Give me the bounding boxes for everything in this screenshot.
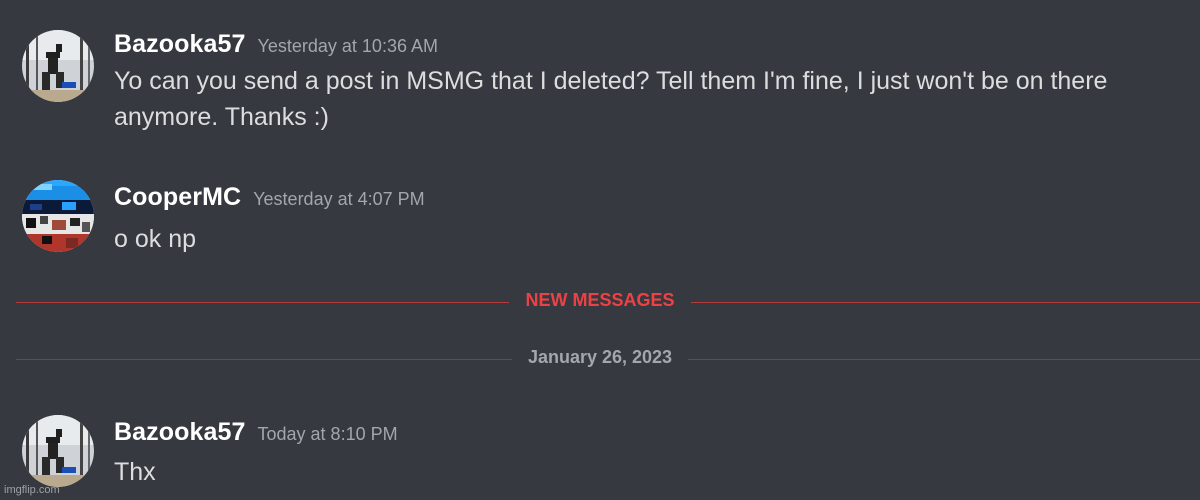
- timestamp[interactable]: Yesterday at 10:36 AM: [258, 36, 438, 56]
- avatar[interactable]: [22, 415, 94, 487]
- new-messages-divider: NEW MESSAGES: [0, 290, 1200, 316]
- avatar[interactable]: [22, 30, 94, 102]
- message-header: CooperMC Yesterday at 4:07 PM: [114, 183, 425, 212]
- message-content: Thx: [114, 458, 156, 486]
- username[interactable]: CooperMC: [114, 183, 241, 211]
- watermark: imgflip.com: [4, 484, 60, 496]
- message-content: o ok np: [114, 225, 197, 253]
- timestamp[interactable]: Yesterday at 4:07 PM: [253, 189, 424, 209]
- avatar[interactable]: [22, 180, 94, 252]
- username[interactable]: Bazooka57: [114, 30, 246, 58]
- user-avatar-pixel-icon: [22, 180, 94, 252]
- user-avatar-photo-icon: [22, 30, 94, 102]
- new-messages-label: NEW MESSAGES: [0, 290, 1200, 311]
- date-divider: January 26, 2023: [0, 347, 1200, 373]
- user-avatar-photo-icon: [22, 415, 94, 487]
- date-divider-label: January 26, 2023: [0, 347, 1200, 368]
- username[interactable]: Bazooka57: [114, 418, 246, 446]
- message-content: Yo can you send a post in MSMG that I de…: [114, 67, 1108, 131]
- message-header: Bazooka57 Today at 8:10 PM: [114, 418, 398, 447]
- timestamp[interactable]: Today at 8:10 PM: [258, 424, 398, 444]
- message-header: Bazooka57 Yesterday at 10:36 AM: [114, 30, 438, 59]
